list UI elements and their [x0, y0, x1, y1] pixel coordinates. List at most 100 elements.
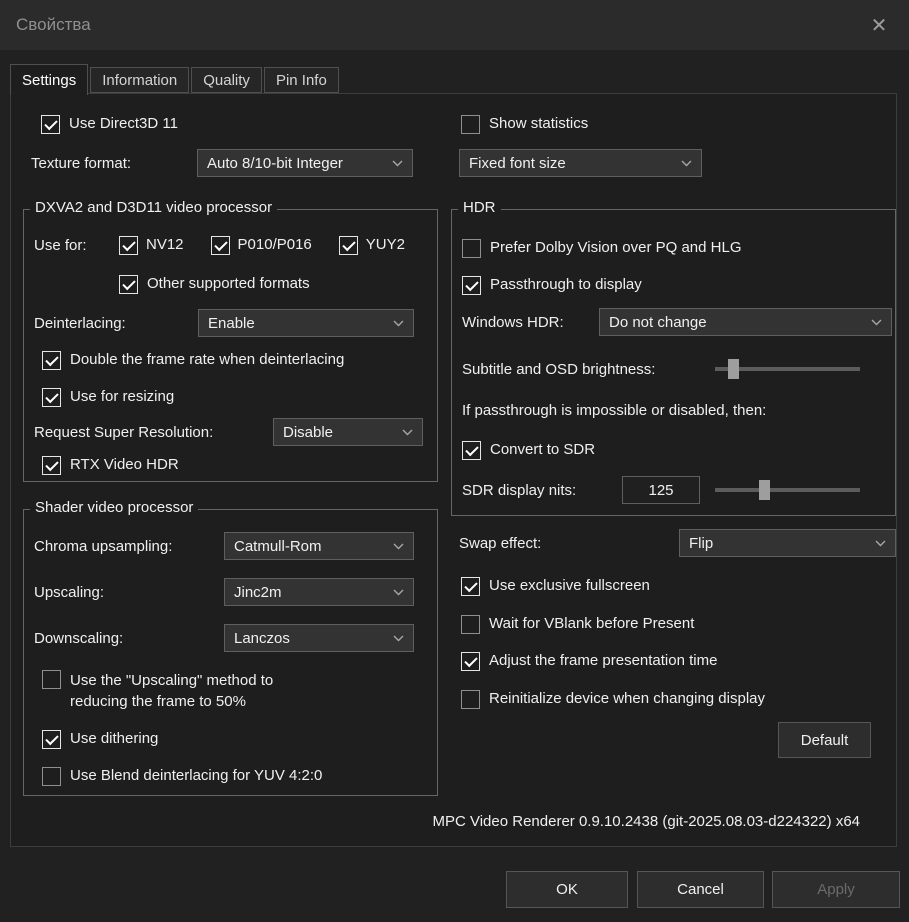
checkbox-label: Wait for VBlank before Present: [489, 615, 695, 632]
downscaling-dropdown[interactable]: Lanczos: [224, 624, 414, 652]
font-size-dropdown[interactable]: Fixed font size: [459, 149, 702, 177]
use-for-label: Use for:: [34, 236, 87, 254]
swap-effect-row: Swap effect: Flip: [459, 529, 896, 557]
chroma-upsampling-label: Chroma upsampling:: [34, 537, 173, 555]
checkbox-icon: [42, 387, 61, 407]
chroma-upsampling-dropdown[interactable]: Catmull-Rom: [224, 532, 414, 560]
yuy2-checkbox[interactable]: YUY2: [338, 235, 405, 255]
sdr-nits-input[interactable]: [622, 476, 700, 504]
checkbox-label: Use Blend deinterlacing for YUV 4:2:0: [70, 767, 323, 784]
default-button[interactable]: Default: [778, 722, 871, 758]
swap-effect-dropdown[interactable]: Flip: [679, 529, 896, 557]
dropdown-value: Disable: [283, 423, 334, 441]
convert-to-sdr-checkbox[interactable]: Convert to SDR: [462, 440, 595, 460]
checkbox-label: Use for resizing: [70, 388, 175, 405]
use-dithering-checkbox[interactable]: Use dithering: [42, 729, 158, 749]
chevron-down-icon: [392, 160, 403, 167]
checkbox-icon: [462, 440, 481, 460]
dxva-group: DXVA2 and D3D11 video processor Use for:…: [23, 199, 438, 482]
tab-bar: Settings Information Quality Pin Info: [10, 64, 341, 95]
tab-pin-info[interactable]: Pin Info: [263, 67, 339, 93]
checkbox-icon: [210, 235, 230, 255]
exclusive-fullscreen-checkbox[interactable]: Use exclusive fullscreen: [461, 576, 650, 596]
hdr-group: HDR Prefer Dolby Vision over PQ and HLG …: [451, 199, 896, 516]
double-frame-rate-checkbox[interactable]: Double the frame rate when deinterlacing: [42, 350, 344, 370]
rtx-video-hdr-checkbox[interactable]: RTX Video HDR: [42, 455, 179, 475]
slider-track[interactable]: [715, 488, 860, 492]
settings-page: Use Direct3D 11 Show statistics Texture …: [10, 93, 897, 847]
checkbox-label: Adjust the frame presentation time: [489, 652, 718, 669]
checkbox-label: Show statistics: [489, 115, 589, 132]
checkbox-icon: [42, 350, 61, 370]
checkbox-icon: [462, 275, 481, 295]
windows-hdr-dropdown[interactable]: Do not change: [599, 308, 892, 336]
checkbox-icon: [338, 235, 358, 255]
passthrough-note: If passthrough is impossible or disabled…: [462, 402, 767, 419]
show-statistics-checkbox[interactable]: Show statistics: [461, 114, 588, 134]
use-direct3d11-checkbox[interactable]: Use Direct3D 11: [41, 114, 178, 134]
super-resolution-label: Request Super Resolution:: [34, 423, 214, 441]
close-icon[interactable]: ✕: [865, 13, 893, 38]
dropdown-value: Fixed font size: [469, 154, 566, 172]
osd-brightness-slider[interactable]: [715, 359, 860, 379]
checkbox-icon: [42, 455, 61, 475]
checkbox-label: Use dithering: [70, 730, 159, 747]
group-title: DXVA2 and D3D11 video processor: [30, 199, 278, 216]
texture-format-label: Texture format:: [31, 154, 132, 172]
sdr-nits-row: SDR display nits:: [462, 476, 860, 504]
texture-format-dropdown[interactable]: Auto 8/10-bit Integer: [197, 149, 413, 177]
super-resolution-dropdown[interactable]: Disable: [273, 418, 423, 446]
checkbox-label: Passthrough to display: [490, 276, 642, 293]
deinterlacing-label: Deinterlacing:: [34, 314, 126, 332]
checkbox-label: Use exclusive fullscreen: [489, 577, 650, 594]
other-formats-checkbox[interactable]: Other supported formats: [119, 274, 310, 294]
upscaling-label: Upscaling:: [34, 583, 105, 601]
checkbox-icon: [42, 729, 61, 749]
downscaling-row: Downscaling: Lanczos: [34, 624, 414, 652]
checkbox-icon: [461, 689, 480, 709]
group-title: HDR: [458, 199, 501, 216]
upscaling-dropdown[interactable]: Jinc2m: [224, 578, 414, 606]
chevron-down-icon: [402, 429, 413, 436]
checkbox-label: Use the "Upscaling" method to reducing t…: [70, 672, 274, 710]
titlebar: Свойства ✕: [0, 0, 909, 50]
checkbox-label: Reinitialize device when changing displa…: [489, 690, 765, 707]
slider-thumb[interactable]: [759, 480, 770, 500]
adjust-presentation-time-checkbox[interactable]: Adjust the frame presentation time: [461, 651, 717, 671]
tab-quality[interactable]: Quality: [191, 67, 262, 93]
checkbox-label: Prefer Dolby Vision over PQ and HLG: [490, 239, 742, 256]
deinterlacing-dropdown[interactable]: Enable: [198, 309, 414, 337]
tab-settings[interactable]: Settings: [10, 64, 89, 95]
blend-deinterlacing-checkbox[interactable]: Use Blend deinterlacing for YUV 4:2:0: [42, 766, 322, 786]
nv12-checkbox[interactable]: NV12: [119, 235, 184, 255]
cancel-button[interactable]: Cancel: [637, 871, 764, 908]
checkbox-label: Other supported formats: [147, 275, 310, 292]
checkbox-label: P010/P016: [237, 236, 312, 253]
use-for-resizing-checkbox[interactable]: Use for resizing: [42, 387, 174, 407]
ok-button[interactable]: OK: [506, 871, 628, 908]
upscaling-row: Upscaling: Jinc2m: [34, 578, 414, 606]
tab-information[interactable]: Information: [90, 67, 190, 93]
slider-thumb[interactable]: [728, 359, 739, 379]
dropdown-value: Auto 8/10-bit Integer: [207, 154, 343, 172]
reinitialize-device-checkbox[interactable]: Reinitialize device when changing displa…: [461, 689, 765, 709]
apply-button[interactable]: Apply: [772, 871, 900, 908]
wait-vblank-checkbox[interactable]: Wait for VBlank before Present: [461, 614, 694, 634]
shader-group: Shader video processor Chroma upsampling…: [23, 499, 438, 796]
chevron-down-icon: [393, 635, 404, 642]
chroma-upsampling-row: Chroma upsampling: Catmull-Rom: [34, 532, 414, 560]
prefer-dolby-vision-checkbox[interactable]: Prefer Dolby Vision over PQ and HLG: [462, 238, 742, 258]
upscaling-half-checkbox[interactable]: Use the "Upscaling" method to reducing t…: [42, 670, 325, 712]
passthrough-display-checkbox[interactable]: Passthrough to display: [462, 275, 642, 295]
p010-p016-checkbox[interactable]: P010/P016: [210, 235, 312, 255]
checkbox-label: RTX Video HDR: [70, 456, 179, 473]
sdr-nits-slider[interactable]: [715, 480, 860, 500]
chevron-down-icon: [871, 319, 882, 326]
checkbox-icon: [42, 670, 61, 689]
chevron-down-icon: [393, 589, 404, 596]
use-for-row: Use for: NV12 P010/P016 YUY2: [34, 234, 405, 256]
group-title: Shader video processor: [30, 499, 199, 516]
chevron-down-icon: [393, 543, 404, 550]
checkbox-icon: [119, 274, 138, 294]
checkbox-icon: [41, 114, 60, 134]
